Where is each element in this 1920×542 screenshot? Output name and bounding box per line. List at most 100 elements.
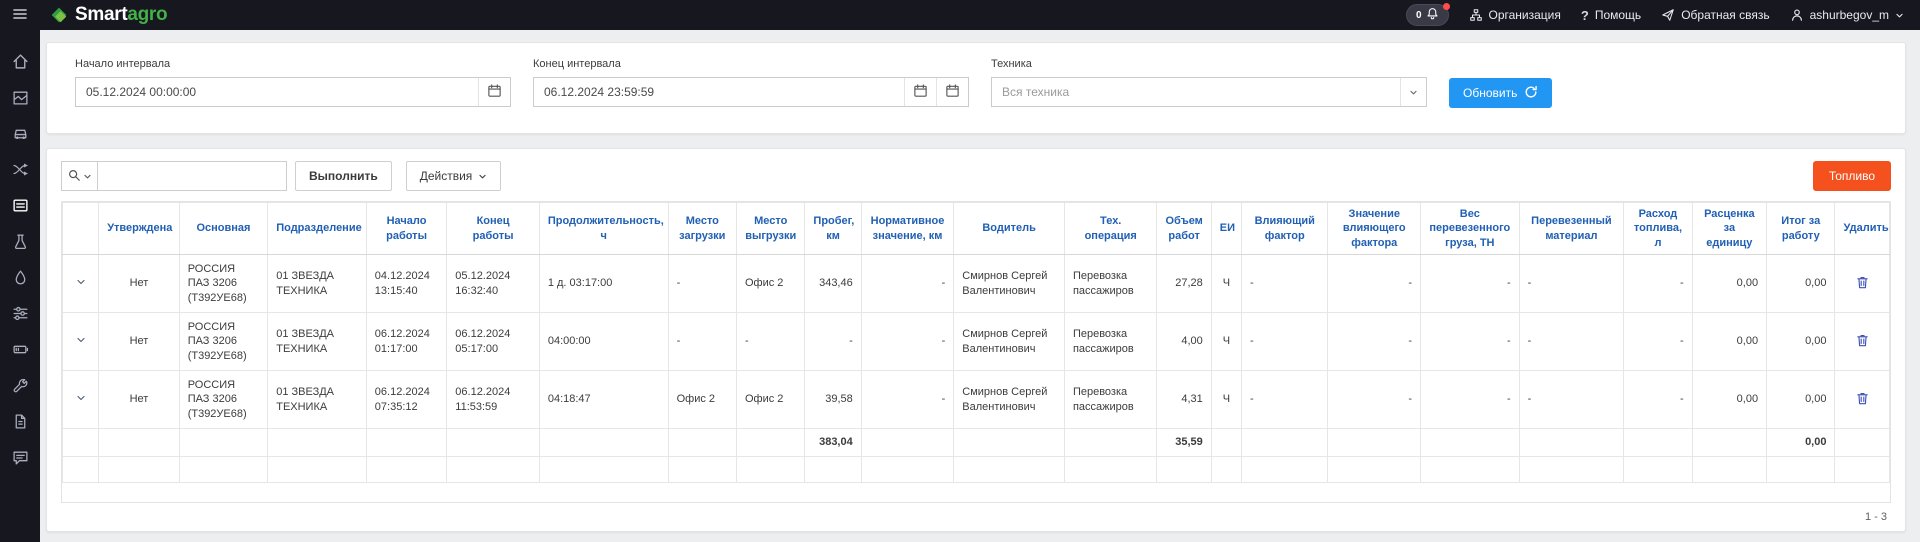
cell-duration[interactable]: 04:18:47 xyxy=(539,371,668,429)
sidebar-item-sliders[interactable] xyxy=(0,298,40,328)
cell-unit[interactable]: Ч xyxy=(1211,313,1241,371)
sidebar-item-card-list[interactable] xyxy=(0,190,40,220)
cell-work_start[interactable]: 06.12.2024 01:17:00 xyxy=(366,313,446,371)
cell-mileage[interactable]: - xyxy=(805,313,861,371)
column-header-duration[interactable]: Продолжительность, ч xyxy=(539,203,668,255)
column-header-norm_value[interactable]: Нормативное значение, км xyxy=(861,203,954,255)
cell-factor[interactable]: - xyxy=(1241,255,1328,313)
cell-work_total[interactable]: 0,00 xyxy=(1767,371,1835,429)
cell-factor[interactable]: - xyxy=(1241,371,1328,429)
sidebar-item-droplet[interactable] xyxy=(0,262,40,292)
column-header-volume[interactable]: Объем работ xyxy=(1157,203,1211,255)
column-header-work_start[interactable]: Начало работы xyxy=(366,203,446,255)
search-input[interactable] xyxy=(97,161,287,191)
cell-load_place[interactable]: - xyxy=(668,255,736,313)
column-header-work_end[interactable]: Конец работы xyxy=(447,203,540,255)
column-header-approved[interactable]: Утверждена xyxy=(99,203,179,255)
cell-material[interactable]: - xyxy=(1519,313,1624,371)
column-header-fuel[interactable]: Расход топлива, л xyxy=(1624,203,1692,255)
cell-driver[interactable]: Смирнов Сергей Валентинович xyxy=(954,313,1065,371)
column-header-expand[interactable] xyxy=(63,203,99,255)
hamburger-menu-button[interactable] xyxy=(0,0,40,30)
cell-division[interactable]: 01 ЗВЕЗДА ТЕХНИКА xyxy=(268,255,367,313)
cell-vehicle[interactable]: РОССИЯ ПАЗ 3206 (Т392УЕ68) xyxy=(179,371,268,429)
cell-vehicle[interactable]: РОССИЯ ПАЗ 3206 (Т392УЕ68) xyxy=(179,255,268,313)
end-calendar-picker-button[interactable] xyxy=(936,78,968,106)
cell-volume[interactable]: 4,31 xyxy=(1157,371,1211,429)
column-header-operation[interactable]: Тех. операция xyxy=(1064,203,1157,255)
cell-approved[interactable]: Нет xyxy=(99,371,179,429)
row-delete-button[interactable] xyxy=(1853,389,1872,408)
column-header-driver[interactable]: Водитель xyxy=(954,203,1065,255)
notifications-button[interactable]: 0 xyxy=(1406,4,1449,26)
sidebar-item-flask[interactable] xyxy=(0,226,40,256)
cell-volume[interactable]: 27,28 xyxy=(1157,255,1211,313)
cell-volume[interactable]: 4,00 xyxy=(1157,313,1211,371)
cell-norm_value[interactable]: - xyxy=(861,255,954,313)
column-header-rate[interactable]: Расценка за единицу xyxy=(1692,203,1766,255)
row-delete-button[interactable] xyxy=(1853,273,1872,292)
cell-cargo_weight[interactable]: - xyxy=(1421,313,1520,371)
cell-work_start[interactable]: 04.12.2024 13:15:40 xyxy=(366,255,446,313)
cell-unit[interactable]: Ч xyxy=(1211,255,1241,313)
fuel-button[interactable]: Топливо xyxy=(1813,161,1891,191)
cell-division[interactable]: 01 ЗВЕЗДА ТЕХНИКА xyxy=(268,371,367,429)
cell-mileage[interactable]: 343,46 xyxy=(805,255,861,313)
cell-unload_place[interactable]: Офис 2 xyxy=(737,255,805,313)
vehicle-select[interactable]: Вся техника xyxy=(991,77,1427,107)
start-interval-input[interactable] xyxy=(76,78,478,106)
cell-rate[interactable]: 0,00 xyxy=(1692,371,1766,429)
sidebar-item-chat[interactable] xyxy=(0,442,40,472)
column-header-unload_place[interactable]: Место выгрузки xyxy=(737,203,805,255)
cell-fuel[interactable]: - xyxy=(1624,371,1692,429)
cell-factor_value[interactable]: - xyxy=(1328,255,1421,313)
row-expand-button[interactable] xyxy=(73,390,89,406)
cell-factor[interactable]: - xyxy=(1241,313,1328,371)
cell-material[interactable]: - xyxy=(1519,371,1624,429)
cell-division[interactable]: 01 ЗВЕЗДА ТЕХНИКА xyxy=(268,313,367,371)
row-expand-button[interactable] xyxy=(73,274,89,290)
end-interval-input[interactable] xyxy=(534,78,904,106)
cell-load_place[interactable]: - xyxy=(668,313,736,371)
cell-work_end[interactable]: 06.12.2024 05:17:00 xyxy=(447,313,540,371)
actions-button[interactable]: Действия xyxy=(406,161,502,191)
sidebar-item-car[interactable] xyxy=(0,118,40,148)
cell-operation[interactable]: Перевозка пассажиров xyxy=(1064,371,1157,429)
cell-operation[interactable]: Перевозка пассажиров xyxy=(1064,313,1157,371)
cell-driver[interactable]: Смирнов Сергей Валентинович xyxy=(954,371,1065,429)
cell-cargo_weight[interactable]: - xyxy=(1421,255,1520,313)
sidebar-item-battery[interactable] xyxy=(0,334,40,364)
cell-mileage[interactable]: 39,58 xyxy=(805,371,861,429)
cell-unload_place[interactable]: Офис 2 xyxy=(737,371,805,429)
cell-unload_place[interactable]: - xyxy=(737,313,805,371)
cell-operation[interactable]: Перевозка пассажиров xyxy=(1064,255,1157,313)
column-header-factor[interactable]: Влияющий фактор xyxy=(1241,203,1328,255)
start-calendar-button[interactable] xyxy=(478,78,510,106)
feedback-menu-button[interactable]: Обратная связь xyxy=(1661,8,1769,22)
column-header-unit[interactable]: ЕИ xyxy=(1211,203,1241,255)
column-header-load_place[interactable]: Место загрузки xyxy=(668,203,736,255)
column-header-mileage[interactable]: Пробег, км xyxy=(805,203,861,255)
column-header-factor_value[interactable]: Значение влияющего фактора xyxy=(1328,203,1421,255)
column-header-work_total[interactable]: Итог за работу xyxy=(1767,203,1835,255)
sidebar-item-document[interactable] xyxy=(0,406,40,436)
cell-load_place[interactable]: Офис 2 xyxy=(668,371,736,429)
sidebar-item-wrench[interactable] xyxy=(0,370,40,400)
sidebar-item-map[interactable] xyxy=(0,82,40,112)
cell-work_end[interactable]: 05.12.2024 16:32:40 xyxy=(447,255,540,313)
column-header-cargo_weight[interactable]: Вес перевезенного груза, ТН xyxy=(1421,203,1520,255)
sidebar-item-home[interactable] xyxy=(0,46,40,76)
sidebar-item-shuffle[interactable] xyxy=(0,154,40,184)
cell-approved[interactable]: Нет xyxy=(99,313,179,371)
row-delete-button[interactable] xyxy=(1853,331,1872,350)
cell-work_end[interactable]: 06.12.2024 11:53:59 xyxy=(447,371,540,429)
column-header-vehicle[interactable]: Основная xyxy=(179,203,268,255)
help-menu-button[interactable]: ? Помощь xyxy=(1581,8,1641,23)
refresh-button[interactable]: Обновить xyxy=(1449,78,1552,108)
cell-material[interactable]: - xyxy=(1519,255,1624,313)
row-expand-button[interactable] xyxy=(73,332,89,348)
cell-duration[interactable]: 1 д. 03:17:00 xyxy=(539,255,668,313)
organization-menu-button[interactable]: Организация xyxy=(1469,8,1561,22)
column-header-delete[interactable]: Удалить xyxy=(1835,203,1890,255)
user-menu-button[interactable]: ashurbegov_m xyxy=(1790,8,1904,22)
